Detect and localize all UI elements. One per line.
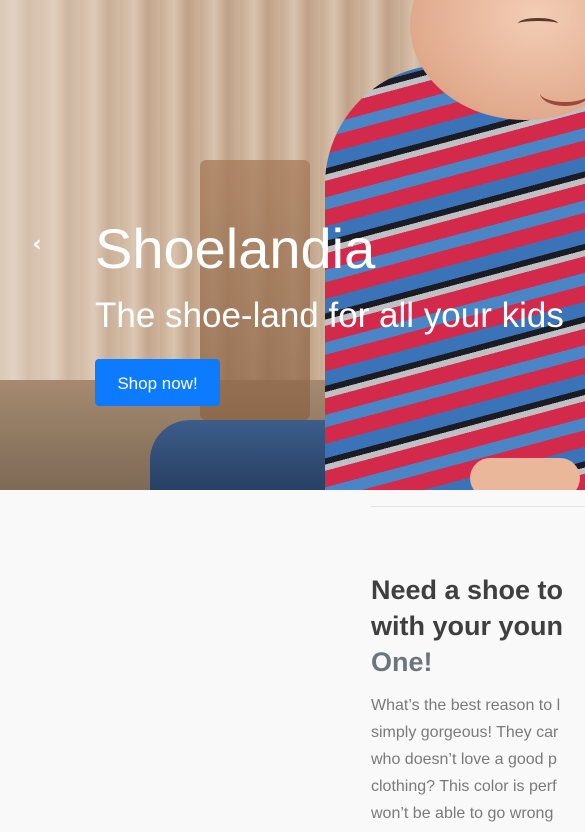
featurette-heading: Need a shoe to with your youn One! bbox=[371, 572, 585, 680]
featurette-body-line: simply gorgeous! They car bbox=[371, 724, 559, 741]
shop-now-button[interactable]: Shop now! bbox=[95, 359, 220, 406]
featurette-divider bbox=[371, 506, 585, 507]
featurette-body-line: who doesn’t love a good p bbox=[371, 751, 557, 768]
featurette-heading-line: with your youn bbox=[371, 611, 563, 641]
featurette-heading-line: Need a shoe to bbox=[371, 575, 564, 605]
featurette-body-line: clothing? This color is perf bbox=[371, 778, 557, 795]
featurette-heading-muted: One! bbox=[371, 647, 433, 677]
hero-subtitle: The shoe-land for all your kids bbox=[95, 296, 564, 335]
hero-carousel: ‹ Shoelandia The shoe-land for all your … bbox=[0, 0, 585, 490]
child-hand-image bbox=[470, 458, 580, 490]
chevron-left-icon[interactable]: ‹ bbox=[26, 232, 48, 258]
hero-title: Shoelandia bbox=[95, 217, 376, 280]
featurette-body-line: What’s the best reason to l bbox=[371, 697, 561, 714]
child-smile-image bbox=[540, 80, 585, 106]
child-eye-image bbox=[518, 18, 558, 29]
featurette-body-line: won’t be able to go wrong bbox=[371, 805, 554, 822]
featurette-body: What’s the best reason to l simply gorge… bbox=[371, 692, 585, 827]
